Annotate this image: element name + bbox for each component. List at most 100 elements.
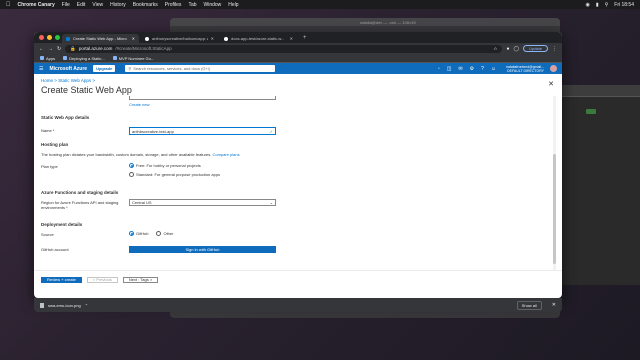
window-controls <box>39 35 60 40</box>
settings-gear-icon[interactable]: ⚙ <box>470 66 474 72</box>
apple-icon[interactable]:  <box>6 2 11 8</box>
menu-file[interactable]: File <box>62 2 70 8</box>
breadcrumb-separator: > <box>92 78 96 83</box>
region-select[interactable]: Central US ⌄ <box>129 199 276 206</box>
more-menu-icon[interactable]: ⋮ <box>552 46 557 52</box>
plan-free-option[interactable]: Free: For hobby or personal projects <box>129 163 201 168</box>
close-window-button[interactable] <box>39 35 44 40</box>
radio-standard[interactable] <box>129 172 134 177</box>
file-icon <box>40 302 44 308</box>
close-tab-icon[interactable]: ✕ <box>211 36 214 41</box>
reload-icon[interactable]: ↻ <box>57 46 61 52</box>
chevron-down-icon: ⌄ <box>269 200 273 205</box>
chevron-up-icon[interactable]: ⌃ <box>85 303 88 308</box>
source-other-option[interactable]: Other <box>156 231 173 236</box>
bookmark-icon <box>63 56 68 60</box>
radio-github[interactable] <box>129 231 134 236</box>
azure-topbar: ☰ Microsoft Azure Upgrade ⚲ Search resou… <box>34 63 562 74</box>
minimize-window-button[interactable] <box>47 35 52 40</box>
upgrade-button[interactable]: Upgrade <box>93 65 116 72</box>
background-app-window[interactable] <box>560 85 640 285</box>
static-web-app-details-heading: Static Web App details <box>41 115 90 120</box>
wifi-icon[interactable]: ◉ <box>585 2 589 8</box>
close-blade-icon[interactable]: ✕ <box>548 80 554 88</box>
azure-favicon-icon <box>66 36 70 41</box>
back-icon[interactable]: ← <box>39 46 44 52</box>
name-input[interactable]: anthbscreative-test-app ✓ <box>129 127 276 135</box>
cloud-shell-icon[interactable]: ▫ <box>438 66 440 72</box>
menu-bookmarks[interactable]: Bookmarks <box>133 2 158 8</box>
azure-search-input[interactable]: ⚲ Search resources, services, and docs (… <box>125 65 276 72</box>
tab-create-static-web-app[interactable]: Create Static Web App - Micro ✕ <box>62 34 139 43</box>
feedback-icon[interactable]: ☺ <box>491 66 496 72</box>
menu-history[interactable]: History <box>110 2 126 8</box>
bookmark-apps[interactable]: Apps <box>40 56 55 61</box>
profile-avatar[interactable]: ◯ <box>513 46 519 52</box>
source-github-option[interactable]: GitHub <box>129 231 148 236</box>
breadcrumb: Home > Static Web Apps > <box>34 74 562 83</box>
directory-filter-icon[interactable]: ◫ <box>447 66 452 72</box>
clock[interactable]: Fri 18:54 <box>614 2 634 8</box>
show-all-button[interactable]: Show all <box>516 300 542 310</box>
update-button[interactable]: Update <box>523 45 548 52</box>
bookmark-mvp-nominee[interactable]: MVP Nominee Gu... <box>112 56 154 61</box>
background-green-button[interactable] <box>586 109 596 114</box>
hosting-plan-description: The hosting plan dictates your bandwidth… <box>41 152 240 157</box>
address-bar[interactable]: 🔒 portal.azure.com/#create/Microsoft.Sta… <box>65 44 503 53</box>
valid-check-icon: ✓ <box>269 128 273 134</box>
user-directory: DEFAULT DIRECTORY <box>507 68 544 73</box>
github-account-label: GitHub account <box>41 247 69 252</box>
url-host: portal.azure.com <box>78 46 113 51</box>
search-icon[interactable]: ⚲ <box>605 2 609 8</box>
menu-profiles[interactable]: Profiles <box>165 2 182 8</box>
menu-tab[interactable]: Tab <box>188 2 196 8</box>
extensions-icon[interactable]: ● <box>506 46 509 52</box>
menubar-app-name[interactable]: Chrome Canary <box>18 2 55 8</box>
functions-staging-heading: Azure Functions and staging details <box>41 190 119 195</box>
resource-group-input[interactable] <box>129 96 276 100</box>
new-tab-button[interactable]: + <box>299 35 311 41</box>
close-tab-icon[interactable]: ✕ <box>290 36 293 41</box>
breadcrumb-static-web-apps[interactable]: Static Web Apps <box>58 78 91 83</box>
scrollbar-thumb[interactable] <box>553 154 556 264</box>
breadcrumb-home[interactable]: Home <box>41 78 53 83</box>
sign-in-github-button[interactable]: Sign in with GitHub <box>129 246 276 253</box>
battery-icon[interactable]: ▮ <box>596 2 599 8</box>
radio-other[interactable] <box>156 231 162 236</box>
create-new-link[interactable]: Create new <box>129 102 149 107</box>
radio-free[interactable] <box>129 163 134 168</box>
user-email: nataliafrontend@gmail... <box>506 64 544 69</box>
azure-brand[interactable]: Microsoft Azure <box>49 66 87 72</box>
help-icon[interactable]: ? <box>481 66 484 72</box>
apps-grid-icon <box>40 56 44 60</box>
bookmark-deploying-static[interactable]: Deploying a Static... <box>63 56 105 61</box>
menu-edit[interactable]: Edit <box>77 2 86 8</box>
menu-view[interactable]: View <box>92 2 103 8</box>
tab-strip: Create Static Web App - Micro ✕ anthonys… <box>34 32 562 43</box>
tab-docs-app[interactable]: docs-app-test/azure-static-w... ✕ <box>220 34 297 43</box>
lock-icon: 🔒 <box>70 45 76 51</box>
next-tags-button[interactable]: Next : Tags > <box>122 276 159 283</box>
azure-topbar-icons: ▫ ◫ ✉ ⚙ ? ☺ <box>438 66 496 72</box>
star-icon[interactable]: ☆ <box>493 46 497 52</box>
close-tab-icon[interactable]: ✕ <box>132 36 135 41</box>
download-filename[interactable]: swa-emu-icon.png <box>48 303 81 308</box>
forward-icon[interactable]: → <box>48 46 53 52</box>
previous-button[interactable]: < Previous <box>86 276 118 283</box>
user-avatar[interactable] <box>550 65 557 72</box>
notifications-bell-icon[interactable]: ✉ <box>458 66 462 72</box>
account-info[interactable]: nataliafrontend@gmail... DEFAULT DIRECTO… <box>506 65 544 73</box>
create-blade: Home > Static Web Apps > Create Static W… <box>34 74 562 288</box>
menu-help[interactable]: Help <box>228 2 238 8</box>
close-downloads-icon[interactable]: ✕ <box>552 302 556 308</box>
tab-github-repo[interactable]: anthonyscreative/ballooncapp: A ✕ <box>141 34 218 43</box>
plan-standard-option[interactable]: Standard: For general purpose production… <box>129 172 220 177</box>
zoom-window-button[interactable] <box>55 35 60 40</box>
url-path: /#create/Microsoft.StaticApp <box>115 46 172 51</box>
compare-plans-link[interactable]: Compare plans <box>212 152 239 157</box>
review-create-button[interactable]: Review + create <box>41 276 82 283</box>
search-icon: ⚲ <box>128 66 132 71</box>
menu-window[interactable]: Window <box>204 2 222 8</box>
hamburger-menu-icon[interactable]: ☰ <box>39 66 43 72</box>
form-scrollbar[interactable] <box>553 96 556 270</box>
